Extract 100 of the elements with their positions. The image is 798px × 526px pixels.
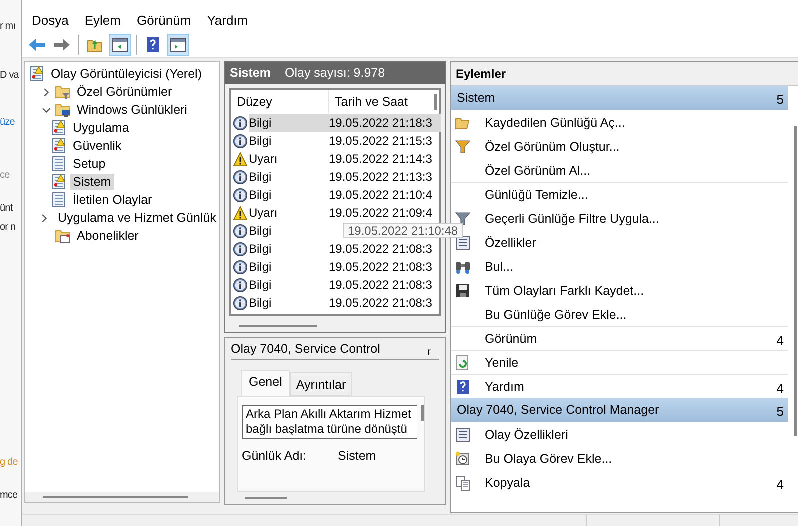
level-cell[interactable]: Bilgi <box>249 258 325 276</box>
level-cell[interactable]: Bilgi <box>249 222 325 240</box>
expand-chevron[interactable] <box>40 212 49 224</box>
tree-item[interactable]: Setup <box>70 156 109 172</box>
date-cell[interactable]: 19.05.2022 21:08:3 <box>325 258 441 276</box>
action-item[interactable]: Günlüğü Temizle... <box>485 188 784 202</box>
tree-item[interactable]: Uygulama <box>70 120 132 136</box>
toolbar-button[interactable] <box>109 34 131 56</box>
tree-item[interactable]: Sistem <box>70 174 114 190</box>
level-cell[interactable]: Bilgi <box>249 168 325 186</box>
log-icon <box>51 156 67 172</box>
copy-icon <box>455 474 471 490</box>
info-icon <box>233 134 248 148</box>
background-text: üze <box>0 117 15 129</box>
date-cell[interactable]: 19.05.2022 21:13:3 <box>325 168 441 186</box>
date-cell[interactable]: 19.05.2022 21:10:4 <box>325 186 441 204</box>
scrollbar-thumb[interactable] <box>421 404 424 421</box>
tree-item[interactable]: Güvenlik <box>70 138 125 154</box>
info-icon <box>233 224 248 238</box>
level-cell[interactable]: Bilgi <box>249 276 325 294</box>
action-item[interactable]: Özellikler <box>485 236 784 250</box>
tab[interactable]: Ayrıntılar <box>290 372 352 396</box>
scrollbar-thumb[interactable] <box>239 325 317 327</box>
tree-item[interactable]: Abonelikler <box>74 228 142 244</box>
tab[interactable]: Genel <box>241 370 290 396</box>
action-item[interactable]: Yenile <box>485 356 784 370</box>
info-icon <box>233 278 248 292</box>
level-cell[interactable]: Uyarı <box>249 150 325 168</box>
menu-item[interactable]: Görünüm <box>130 12 198 28</box>
action-item[interactable]: Geçerli Günlüğe Filtre Uygula... <box>485 212 784 226</box>
section-title: Sistem <box>457 91 496 105</box>
level-cell[interactable]: Bilgi <box>249 114 325 132</box>
info-icon <box>233 242 248 256</box>
info-icon <box>233 170 248 184</box>
info-icon <box>233 260 248 274</box>
date-cell[interactable]: 19.05.2022 21:09:4 <box>325 204 441 222</box>
scrollbar-thumb[interactable] <box>245 497 287 500</box>
refresh-icon <box>455 354 471 370</box>
date-cell[interactable]: 19.05.2022 21:18:3 <box>325 114 441 132</box>
level-cell[interactable]: Bilgi <box>249 240 325 258</box>
level-cell[interactable]: Bilgi <box>249 186 325 204</box>
submenu-glyph: 4 <box>776 380 784 396</box>
info-icon <box>233 188 248 202</box>
action-item[interactable]: Olay Özellikleri <box>485 428 784 442</box>
log-icon <box>51 192 67 208</box>
action-item[interactable]: Bul... <box>485 260 784 274</box>
help-icon <box>455 378 471 394</box>
details-title-tail: r <box>428 346 432 358</box>
menu-item[interactable]: Yardım <box>201 12 254 28</box>
panel-title: Sistem <box>230 66 271 80</box>
column-header[interactable]: Tarih ve Saat <box>329 90 433 114</box>
menu-item[interactable]: Eylem <box>78 12 127 28</box>
description-text: Arka Plan Akıllı Aktarım Hizmet <box>246 406 412 422</box>
level-cell[interactable]: Uyarı <box>249 204 325 222</box>
tree-item[interactable]: İletilen Olaylar <box>70 192 156 208</box>
action-pane-icon <box>169 36 187 52</box>
action-item[interactable]: Kaydedilen Günlüğü Aç... <box>485 116 784 130</box>
info-icon <box>233 296 248 310</box>
action-item[interactable]: Bu Günlüğe Görev Ekle... <box>485 308 784 322</box>
scrollbar-thumb[interactable] <box>43 496 188 498</box>
menu-item[interactable]: Dosya <box>26 12 75 28</box>
properties-icon <box>455 426 471 442</box>
background-text: r mı <box>0 21 16 33</box>
action-item[interactable]: Yardım <box>485 380 777 394</box>
event-log-icon <box>29 66 45 82</box>
scrollbar-thumb[interactable] <box>434 94 437 110</box>
level-cell[interactable]: Bilgi <box>249 132 325 150</box>
action-item[interactable]: Özel Görünüm Oluştur... <box>485 140 784 154</box>
date-cell[interactable]: 19.05.2022 21:08:3 <box>325 294 441 312</box>
date-cell[interactable]: 19.05.2022 21:15:3 <box>325 132 441 150</box>
scrollbar-thumb[interactable] <box>794 126 797 436</box>
submenu-glyph: 4 <box>776 332 784 348</box>
tree-item[interactable]: Windows Günlükleri <box>74 102 190 118</box>
action-item[interactable]: Bu Olaya Görev Ekle... <box>485 452 784 466</box>
background-text: mce <box>0 490 18 502</box>
tree-item[interactable]: Özel Görünümler <box>74 84 176 100</box>
action-item[interactable]: Özel Görünüm Al... <box>485 164 784 178</box>
event-log-icon <box>51 174 67 190</box>
action-item[interactable]: Kopyala <box>485 476 777 490</box>
tree-item[interactable]: Olay Görüntüleyicisi (Yerel) <box>48 66 205 82</box>
background-text: ünt <box>0 203 13 215</box>
info-icon <box>233 116 248 130</box>
background-text: ce <box>0 170 10 182</box>
toolbar-button[interactable] <box>167 34 189 56</box>
date-cell[interactable]: 19.05.2022 21:08:3 <box>325 276 441 294</box>
action-item[interactable]: Görünüm <box>485 332 777 346</box>
level-cell[interactable]: Bilgi <box>249 294 325 312</box>
event-count: Olay sayısı: 9.978 <box>285 66 386 80</box>
action-item[interactable]: Tüm Olayları Farklı Kaydet... <box>485 284 784 298</box>
filter-folder-icon <box>55 84 71 100</box>
warning-icon <box>233 152 248 166</box>
background-text: or n <box>0 222 16 234</box>
section-header[interactable]: Sistem 5 <box>451 86 788 110</box>
back-arrow-icon <box>28 36 46 52</box>
background-text: D va <box>0 70 19 82</box>
submenu-glyph: 4 <box>776 476 784 492</box>
date-cell[interactable]: 19.05.2022 21:08:3 <box>325 240 441 258</box>
section-header[interactable]: Olay 7040, Service Control Manager 5 <box>451 398 788 422</box>
date-cell[interactable]: 19.05.2022 21:14:3 <box>325 150 441 168</box>
tree-item[interactable]: Uygulama ve Hizmet Günlük <box>55 210 220 226</box>
